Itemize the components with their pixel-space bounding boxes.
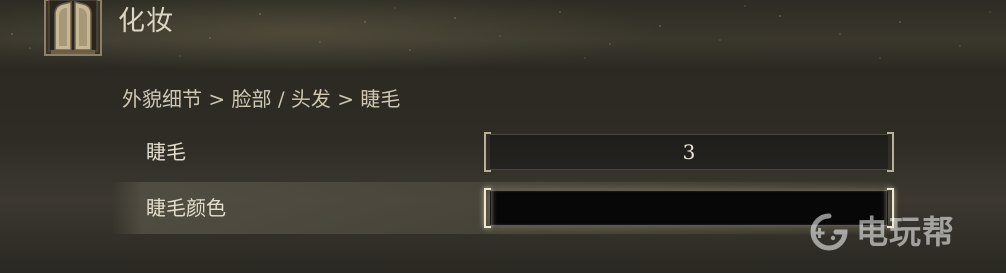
right-bracket-decoration: [887, 132, 894, 172]
eyelash-color-label: 睫毛颜色: [146, 196, 226, 220]
left-bracket-decoration: [484, 188, 491, 228]
page-title: 化妆: [118, 6, 174, 37]
eyelash-value-field[interactable]: 3: [484, 132, 894, 172]
eyelash-label: 睫毛: [146, 140, 186, 164]
shrine-doors-icon: [44, 0, 102, 56]
gamepad-logo-icon: [810, 213, 848, 251]
breadcrumb: 外貌细节 > 脸部 / 头发 > 睫毛: [122, 87, 401, 111]
eyelash-setting-row[interactable]: 睫毛 3: [112, 126, 894, 178]
watermark-text: 电玩帮: [856, 213, 956, 251]
eyelash-value: 3: [682, 140, 696, 164]
eyelash-color-setting-row[interactable]: 睫毛颜色: [112, 182, 894, 234]
watermark: 电玩帮: [806, 212, 955, 252]
character-creation-screen: 化妆 外貌细节 > 脸部 / 头发 > 睫毛 睫毛 3 睫毛颜色 电玩帮: [0, 0, 1006, 273]
